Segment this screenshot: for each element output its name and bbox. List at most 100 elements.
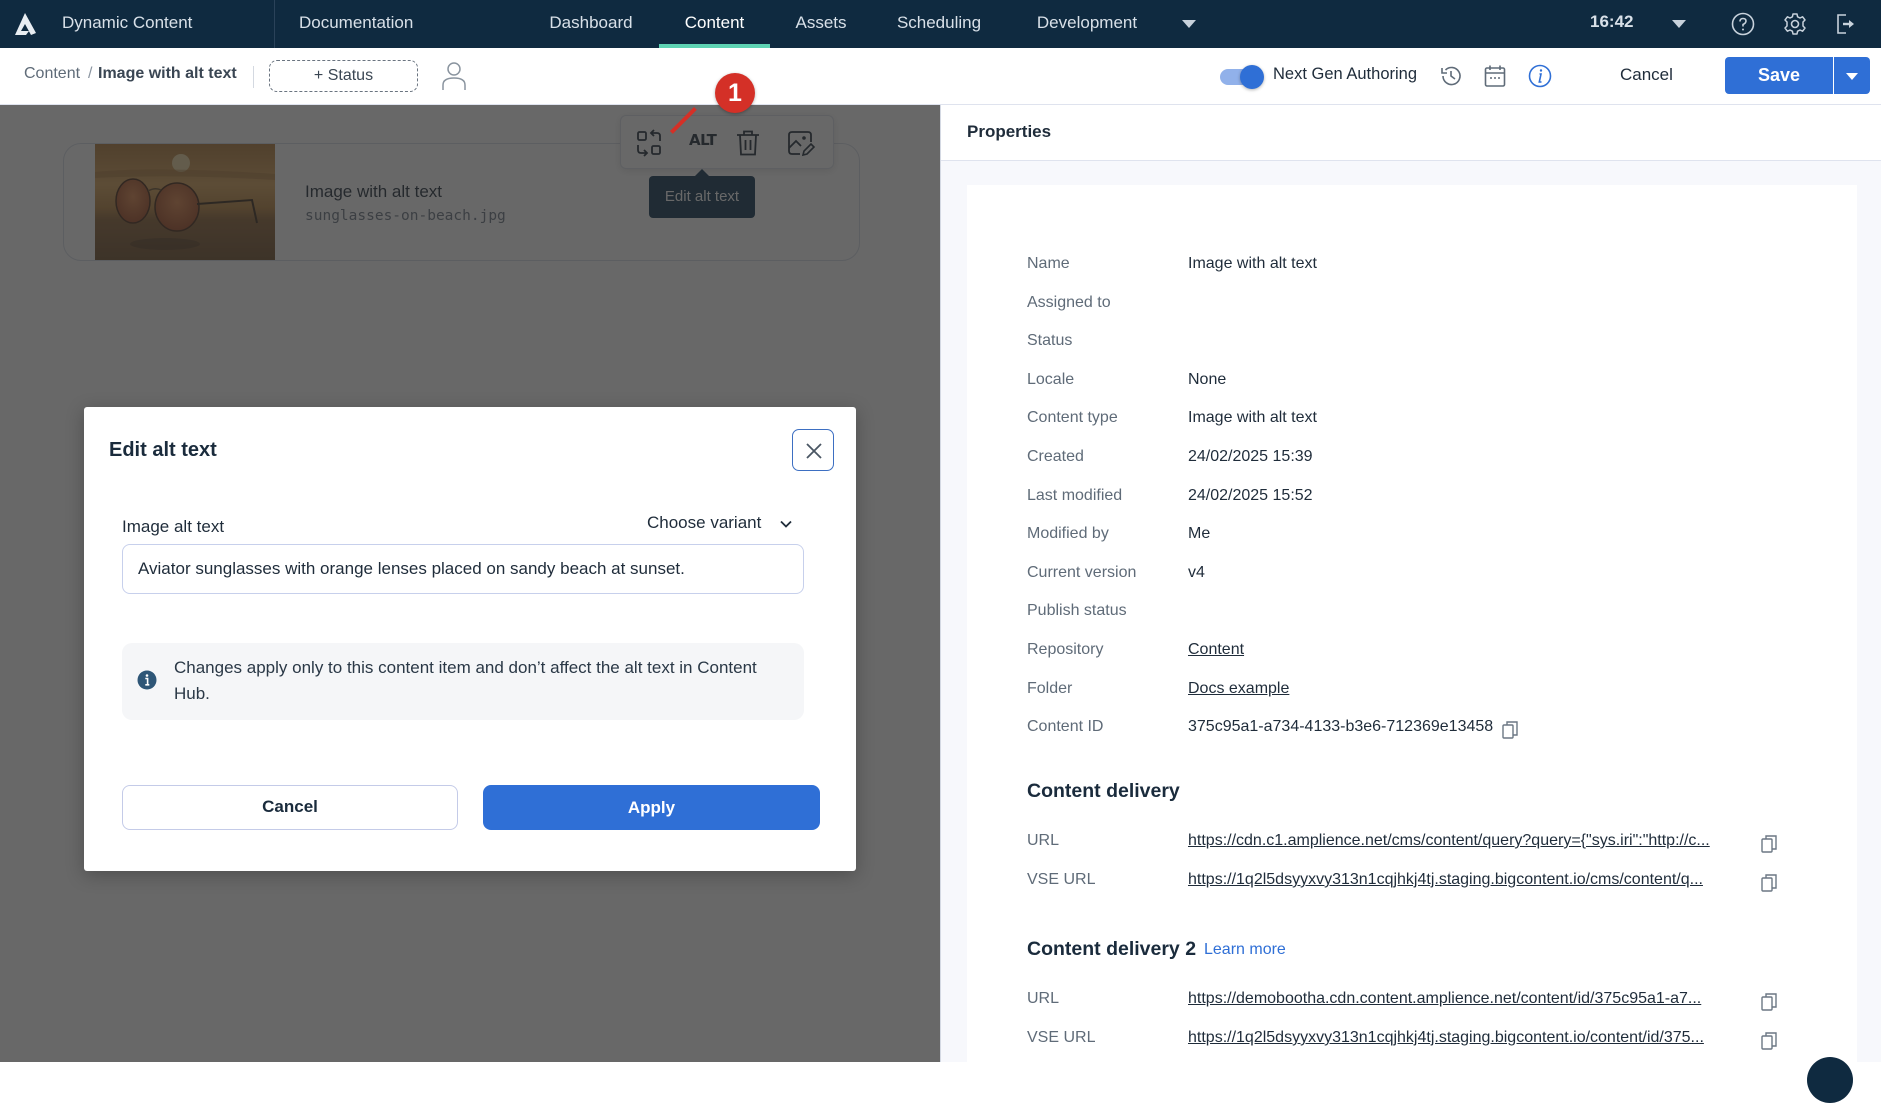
property-label: Folder (1027, 679, 1073, 697)
property-label: Publish status (1027, 602, 1127, 620)
add-status-button[interactable]: + Status (269, 60, 418, 92)
documentation-link[interactable]: Documentation (299, 0, 413, 48)
property-value: None (1188, 370, 1227, 388)
editor-toolbar: Content / Image with alt text + Status N… (0, 48, 1881, 105)
toolbar-divider (253, 66, 254, 88)
property-row: Locale None (967, 371, 1857, 401)
amplience-logo-icon[interactable] (12, 11, 38, 37)
property-label: Status (1027, 332, 1073, 350)
property-value: 375c95a1-a734-4133-b3e6-712369e13458 (1188, 718, 1494, 736)
learn-more-link[interactable]: Learn more (1204, 941, 1286, 959)
alt-text-field-label: Image alt text (122, 517, 225, 536)
properties-panel: Properties Name Image with alt text Assign… (940, 105, 1881, 1085)
choose-variant-dropdown[interactable]: Choose variant (647, 513, 761, 533)
delivery2-url-link[interactable]: https://demobootha.cdn.content.amplience… (1188, 990, 1740, 1008)
sign-out-icon[interactable] (1832, 11, 1858, 37)
nav-tab-scheduling[interactable]: Scheduling (896, 0, 982, 48)
navbar-divider (274, 0, 275, 48)
info-notice-text: Changes apply only to this content item … (174, 658, 757, 703)
property-label: Repository (1027, 641, 1104, 658)
nav-tab-development[interactable]: Development (1034, 0, 1140, 48)
chevron-down-icon[interactable] (779, 517, 793, 531)
property-label: Current version (1027, 563, 1137, 581)
delivery-url-link[interactable]: https://cdn.c1.amplience.net/cms/content… (1188, 832, 1740, 850)
property-row: Assigned to (967, 294, 1857, 324)
hub-menu-caret-icon[interactable] (1672, 20, 1686, 28)
breadcrumb-separator: / (88, 65, 93, 82)
copy-icon[interactable] (1761, 835, 1777, 853)
toggle-knob (1240, 65, 1264, 89)
copy-icon[interactable] (1761, 1032, 1777, 1050)
info-icon[interactable] (1527, 63, 1553, 89)
property-label: Name (1027, 255, 1070, 272)
property-value: Me (1188, 525, 1211, 543)
chat-support-button[interactable] (1807, 1057, 1853, 1103)
next-gen-authoring-label: Next Gen Authoring (1273, 65, 1418, 83)
copy-icon[interactable] (1502, 721, 1518, 739)
save-options-dropdown[interactable] (1834, 57, 1870, 94)
save-button[interactable]: Save (1725, 57, 1833, 94)
property-value: Image with alt text (1188, 409, 1317, 427)
info-icon (137, 670, 157, 690)
property-value: 24/02/2025 15:52 (1188, 486, 1313, 504)
alt-text-input[interactable] (122, 544, 804, 594)
top-navbar: Dynamic Content Documentation Dashboard … (0, 0, 1881, 48)
delivery-url-label: URL (1027, 832, 1060, 849)
breadcrumb-current: Image with alt text (98, 65, 237, 82)
properties-title: Properties (967, 122, 1052, 141)
properties-header: Properties (941, 105, 1881, 161)
annotation-badge: 1 (715, 73, 755, 113)
property-row: Created 24/02/2025 15:39 (967, 448, 1857, 478)
user-icon[interactable] (441, 61, 467, 91)
property-row: Content type Image with alt text (967, 409, 1857, 439)
app-name[interactable]: Dynamic Content (62, 0, 192, 48)
cancel-edit-button[interactable]: Cancel (1620, 65, 1673, 85)
edit-alt-text-dialog: Edit alt text Image alt text Choose vari… (84, 407, 856, 871)
property-value: Image with alt text (1188, 255, 1317, 272)
property-label: Modified by (1027, 525, 1109, 543)
hub-time[interactable]: 16:42 (1590, 0, 1633, 48)
apply-button[interactable]: Apply (483, 785, 820, 830)
cancel-button[interactable]: Cancel (122, 785, 458, 830)
property-label: Created (1027, 448, 1084, 465)
more-tabs-caret-icon[interactable] (1182, 20, 1196, 28)
property-row: Current version v4 (967, 564, 1857, 594)
info-notice: Changes apply only to this content item … (122, 643, 804, 720)
delivery2-vse-url-label: VSE URL (1027, 1029, 1096, 1046)
property-row: Last modified 24/02/2025 15:52 (967, 487, 1857, 517)
property-value: 24/02/2025 15:39 (1188, 448, 1313, 465)
dialog-title: Edit alt text (109, 439, 217, 461)
breadcrumb-content[interactable]: Content (24, 65, 80, 83)
property-value-link[interactable]: Docs example (1188, 680, 1289, 698)
delivery-vse-url-link[interactable]: https://1q2l5dsyyxvy313n1cqjhkj4tj.stagi… (1188, 871, 1740, 889)
settings-icon[interactable] (1782, 11, 1808, 37)
property-row: Modified by Me (967, 525, 1857, 555)
close-icon (806, 443, 822, 459)
properties-card: Name Image with alt text Assigned to Status… (967, 185, 1857, 1085)
property-row: Folder Docs example (967, 680, 1857, 710)
calendar-icon[interactable] (1482, 63, 1508, 89)
property-value-link[interactable]: Content (1188, 641, 1244, 659)
delivery-vse-url-label: VSE URL (1027, 871, 1096, 888)
property-row: Repository Content (967, 641, 1857, 671)
property-label: Content ID (1027, 718, 1104, 736)
nav-tab-dashboard[interactable]: Dashboard (548, 0, 634, 48)
property-row: Publish status (967, 602, 1857, 632)
delivery2-url-label: URL (1027, 990, 1060, 1007)
delivery2-vse-url-link[interactable]: https://1q2l5dsyyxvy313n1cqjhkj4tj.stagi… (1188, 1029, 1740, 1047)
content-delivery-title: Content delivery (1027, 780, 1180, 802)
property-label: Locale (1027, 370, 1075, 388)
nav-tab-assets[interactable]: Assets (794, 0, 848, 48)
copy-icon[interactable] (1761, 874, 1777, 892)
close-dialog-button[interactable] (792, 429, 834, 471)
next-gen-authoring-toggle[interactable] (1218, 65, 1264, 89)
property-value: v4 (1188, 563, 1205, 581)
help-icon[interactable] (1730, 11, 1756, 37)
property-row: Status (967, 332, 1857, 362)
property-row: Content ID 375c95a1-a734-4133-b3e6-712369… (967, 718, 1857, 748)
nav-tab-content[interactable]: Content (659, 0, 770, 48)
property-label: Content type (1027, 409, 1118, 427)
copy-icon[interactable] (1761, 993, 1777, 1011)
history-icon[interactable] (1438, 63, 1464, 89)
property-label: Last modified (1027, 486, 1123, 504)
